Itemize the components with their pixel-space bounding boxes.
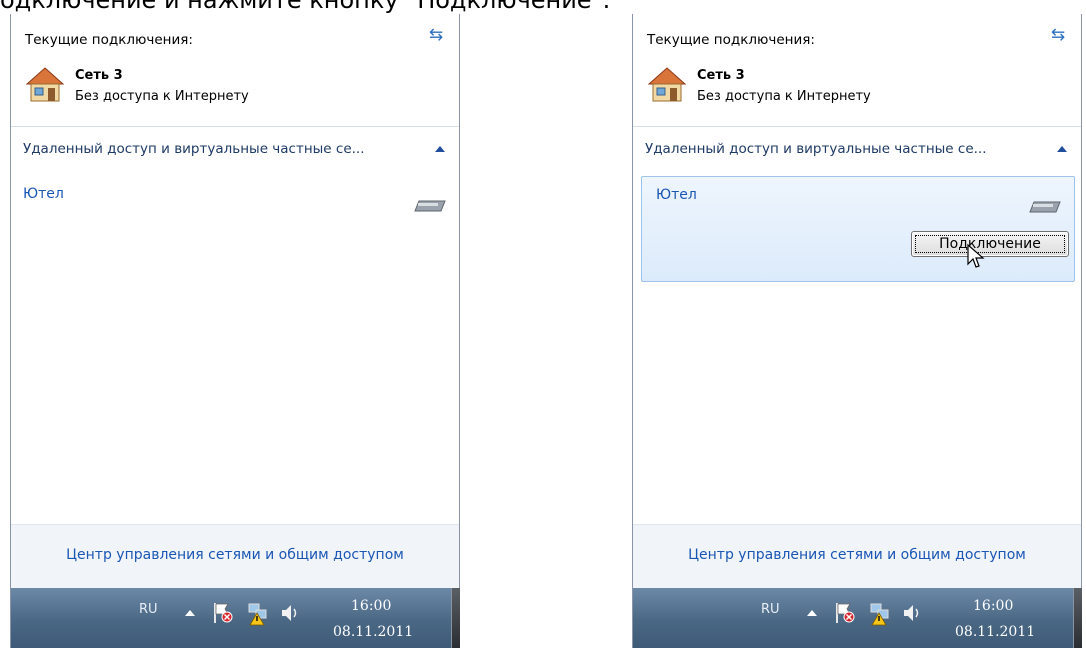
clock-date[interactable]: 08.11.2011 bbox=[955, 624, 1035, 640]
network-tray-icon[interactable] bbox=[247, 600, 269, 626]
connection-name: Ютел bbox=[656, 187, 697, 203]
connection-item-utel-selected[interactable]: Ютел Подключение bbox=[641, 176, 1075, 282]
modem-icon bbox=[1029, 201, 1061, 213]
network-name: Сеть 3 bbox=[697, 68, 745, 83]
chevron-up-icon[interactable] bbox=[435, 146, 445, 152]
refresh-icon[interactable]: ⇆ bbox=[425, 26, 447, 44]
vpn-section-label: Удаленный доступ и виртуальные частные с… bbox=[645, 141, 987, 157]
network-center-link[interactable]: Центр управления сетями и общим доступом bbox=[633, 547, 1081, 563]
divider bbox=[633, 126, 1081, 127]
clock-time[interactable]: 16:00 bbox=[351, 598, 391, 614]
connect-button-label: Подключение bbox=[939, 236, 1041, 252]
refresh-icon[interactable]: ⇆ bbox=[1047, 26, 1069, 44]
network-status: Без доступа к Интернету bbox=[75, 89, 249, 104]
divider bbox=[11, 126, 459, 127]
house-icon bbox=[25, 67, 65, 102]
taskbar: RU 16:00 08.11.2011 bbox=[633, 588, 1081, 648]
connect-button[interactable]: Подключение bbox=[911, 231, 1069, 257]
network-center-link[interactable]: Центр управления сетями и общим доступом bbox=[11, 547, 459, 563]
vpn-section-label: Удаленный доступ и виртуальные частные с… bbox=[23, 141, 365, 157]
network-flyout-right: Текущие подключения: ⇆ Сеть 3 Без доступ… bbox=[632, 14, 1082, 648]
network-flyout-left: Текущие подключения: ⇆ Сеть 3 Без доступ… bbox=[10, 14, 460, 648]
chevron-up-icon[interactable] bbox=[1057, 146, 1067, 152]
instruction-caption: одключение и нажмите кнопку "Подключение… bbox=[0, 0, 611, 14]
taskbar: RU 16:00 08.11.2011 bbox=[11, 588, 459, 648]
network-status: Без доступа к Интернету bbox=[697, 89, 871, 104]
action-center-flag-icon[interactable] bbox=[211, 600, 233, 626]
network-tray-icon[interactable] bbox=[869, 600, 891, 626]
mouse-cursor bbox=[967, 244, 985, 268]
footer: Центр управления сетями и общим доступом bbox=[11, 524, 459, 589]
house-icon bbox=[647, 67, 687, 102]
vpn-section-header[interactable]: Удаленный доступ и виртуальные частные с… bbox=[11, 132, 459, 166]
action-center-flag-icon[interactable] bbox=[833, 600, 855, 626]
show-desktop-button[interactable] bbox=[1073, 588, 1082, 648]
language-indicator[interactable]: RU bbox=[761, 602, 780, 617]
modem-icon bbox=[414, 200, 446, 212]
clock-date[interactable]: 08.11.2011 bbox=[333, 624, 413, 640]
footer: Центр управления сетями и общим доступом bbox=[633, 524, 1081, 589]
current-connections-title: Текущие подключения: bbox=[25, 32, 193, 48]
show-hidden-icons-icon[interactable] bbox=[807, 610, 817, 616]
show-desktop-button[interactable] bbox=[451, 588, 460, 648]
language-indicator[interactable]: RU bbox=[139, 602, 158, 617]
current-connections-title: Текущие подключения: bbox=[647, 32, 815, 48]
connection-name: Ютел bbox=[23, 186, 64, 202]
show-hidden-icons-icon[interactable] bbox=[185, 610, 195, 616]
clock-time[interactable]: 16:00 bbox=[973, 598, 1013, 614]
volume-icon[interactable] bbox=[279, 600, 301, 626]
volume-icon[interactable] bbox=[901, 600, 923, 626]
network-name: Сеть 3 bbox=[75, 68, 123, 83]
connection-item-utel[interactable]: Ютел bbox=[11, 176, 459, 240]
vpn-section-header[interactable]: Удаленный доступ и виртуальные частные с… bbox=[633, 132, 1081, 166]
